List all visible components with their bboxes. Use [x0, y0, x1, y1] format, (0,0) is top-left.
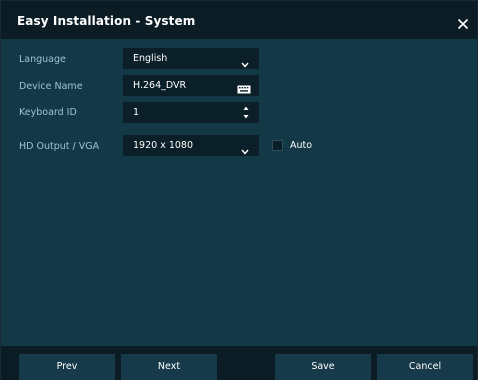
easy-installation-dialog: Easy Installation - System Language Engl… [0, 0, 478, 380]
dialog-title: Easy Installation - System [17, 14, 196, 28]
prev-button[interactable]: Prev [19, 354, 115, 380]
keyboard-id-spinner[interactable]: 1 [123, 102, 259, 123]
cancel-button[interactable]: Cancel [377, 354, 473, 380]
keyboard-id-label: Keyboard ID [19, 107, 77, 118]
title-bar: Easy Installation - System [1, 1, 477, 39]
auto-checkbox[interactable] [272, 140, 283, 151]
next-button[interactable]: Next [121, 354, 217, 380]
footer-bar: Prev Next Save Cancel [1, 346, 477, 380]
chevron-down-icon [241, 55, 249, 68]
hd-output-select[interactable]: 1920 x 1080 [123, 135, 259, 156]
spinner-arrows-icon[interactable] [243, 105, 249, 120]
keyboard-icon[interactable] [237, 81, 251, 94]
chevron-down-icon [241, 142, 249, 155]
save-button[interactable]: Save [275, 354, 371, 380]
hd-output-label: HD Output / VGA [19, 141, 100, 152]
device-name-input[interactable]: H.264_DVR [123, 75, 259, 96]
device-name-value: H.264_DVR [133, 80, 187, 91]
auto-label: Auto [290, 140, 313, 151]
language-select[interactable]: English [123, 48, 259, 69]
language-value: English [133, 53, 168, 64]
hd-output-value: 1920 x 1080 [133, 140, 194, 151]
close-icon[interactable] [457, 15, 469, 30]
language-label: Language [19, 54, 66, 65]
device-name-label: Device Name [19, 81, 83, 92]
keyboard-id-value: 1 [133, 107, 140, 118]
